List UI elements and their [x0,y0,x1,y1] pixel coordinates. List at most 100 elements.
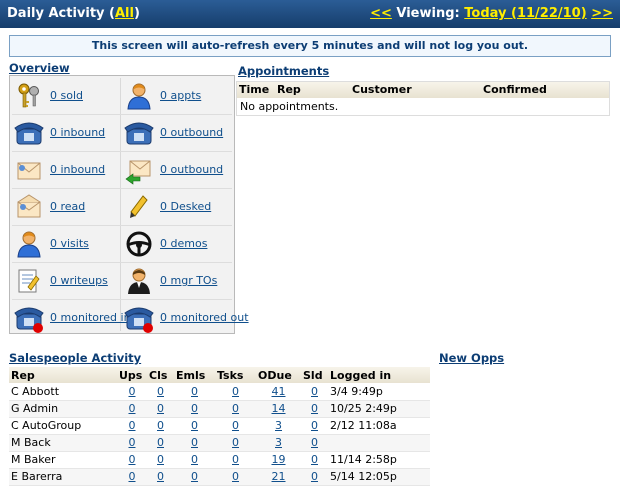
sld-count-link[interactable]: 0 [311,453,318,466]
ups-count-link[interactable]: 0 [129,385,136,398]
tsks-count-link[interactable]: 0 [232,470,239,483]
cell-ups: 0 [117,468,147,486]
cls-count-link[interactable]: 0 [157,419,164,432]
inbound-calls-link[interactable]: 0 inbound [50,126,105,139]
read-link[interactable]: 0 read [50,200,85,213]
date-navigator: << Viewing: Today (11/22/10) >> [370,6,613,21]
emls-count-link[interactable]: 0 [191,419,198,432]
tsks-count-link[interactable]: 0 [232,436,239,449]
odue-count-link[interactable]: 3 [275,436,282,449]
overview-cell-visits: 0 visits [11,225,120,262]
cell-cls: 0 [147,417,174,435]
table-row: G Admin 0 0 0 0 14 0 10/25 2:49p [9,400,430,418]
visits-link[interactable]: 0 visits [50,237,89,250]
emls-count-link[interactable]: 0 [191,385,198,398]
rep-name: E Barerra [9,468,117,486]
appts-link[interactable]: 0 appts [160,89,201,102]
ups-count-link[interactable]: 0 [129,419,136,432]
salespeople-title[interactable]: Salespeople Activity [9,351,141,365]
phone-icon [14,122,44,145]
tsks-count-link[interactable]: 0 [232,402,239,415]
rep-name: G Admin [9,400,117,418]
new-opps-title[interactable]: New Opps [439,351,504,365]
steering-wheel-icon [126,231,152,257]
writeups-link[interactable]: 0 writeups [50,274,108,287]
envelope-icon [17,162,41,180]
overview-panel: 0 sold 0 appts 0 inbound 0 outbound 0 in… [9,75,249,334]
table-row: E Barerra 0 0 0 0 21 0 5/14 12:05p [9,468,430,486]
odue-count-link[interactable]: 21 [272,470,286,483]
rep-name: M Baker [9,451,117,469]
tsks-count-link[interactable]: 0 [232,419,239,432]
appointments-title[interactable]: Appointments [238,64,329,78]
ups-count-link[interactable]: 0 [129,402,136,415]
today-link[interactable]: Today (11/22/10) [464,6,586,21]
overview-cell-inbound-emails: 0 inbound [11,151,120,188]
cell-emls: 0 [174,468,215,486]
tsks-count-link[interactable]: 0 [232,385,239,398]
all-link[interactable]: All [115,6,134,21]
table-row: C AutoGroup 0 0 0 0 3 0 2/12 11:08a [9,417,430,435]
cell-cls: 0 [147,451,174,469]
next-day-link[interactable]: >> [591,6,613,21]
sld-count-link[interactable]: 0 [311,470,318,483]
table-row: M Baker 0 0 0 0 19 0 11/14 2:58p [9,451,430,469]
col-rep: Rep [277,83,301,96]
cls-count-link[interactable]: 0 [157,385,164,398]
sld-count-link[interactable]: 0 [311,402,318,415]
inbound-emails-link[interactable]: 0 inbound [50,163,105,176]
odue-count-link[interactable]: 19 [272,453,286,466]
outbound-calls-link[interactable]: 0 outbound [160,126,223,139]
cell-emls: 0 [174,417,215,435]
no-appointments-text: No appointments. [240,100,339,113]
odue-count-link[interactable]: 3 [275,419,282,432]
mgr-tos-link[interactable]: 0 mgr TOs [160,274,217,287]
cell-emls: 0 [174,434,215,452]
cell-tsks: 0 [215,417,256,435]
emls-count-link[interactable]: 0 [191,436,198,449]
col-logged-in: Logged in [328,367,430,383]
desked-link[interactable]: 0 Desked [160,200,211,213]
cell-ups: 0 [117,451,147,469]
emls-count-link[interactable]: 0 [191,453,198,466]
ups-count-link[interactable]: 0 [129,470,136,483]
rep-name: M Back [9,434,117,452]
envelope-read-icon [17,194,41,218]
cell-odue: 3 [256,417,301,435]
manager-icon [128,268,150,294]
cell-cls: 0 [147,383,174,401]
table-header-row: Rep Ups Cls Emls Tsks ODue Sld Logged in [9,367,430,383]
emls-count-link[interactable]: 0 [191,402,198,415]
demos-link[interactable]: 0 demos [160,237,207,250]
odue-count-link[interactable]: 14 [272,402,286,415]
salespeople-rows: C Abbott 0 0 0 0 41 0 3/4 9:49p G Admin 0 0 0 0 14 0 10… [9,383,430,486]
sld-count-link[interactable]: 0 [311,385,318,398]
monitored-in-link[interactable]: 0 monitored in [50,311,131,324]
ups-count-link[interactable]: 0 [129,436,136,449]
cls-count-link[interactable]: 0 [157,436,164,449]
overview-title[interactable]: Overview [9,61,70,75]
overview-cell-writeups: 0 writeups [11,262,120,299]
emls-count-link[interactable]: 0 [191,470,198,483]
sold-link[interactable]: 0 sold [50,89,83,102]
keys-icon [18,83,39,108]
salespeople-table: Rep Ups Cls Emls Tsks ODue Sld Logged in… [9,367,430,486]
cell-ups: 0 [117,434,147,452]
document-pencil-icon [18,269,40,293]
prev-day-link[interactable]: << [370,6,392,21]
outbound-emails-link[interactable]: 0 outbound [160,163,223,176]
tsks-count-link[interactable]: 0 [232,453,239,466]
sld-count-link[interactable]: 0 [311,436,318,449]
col-cls: Cls [147,367,174,383]
overview-cell-desked: 0 Desked [121,188,230,225]
ups-count-link[interactable]: 0 [129,453,136,466]
odue-count-link[interactable]: 41 [272,385,286,398]
header-bar: Daily Activity (All) << Viewing: Today (… [0,0,620,28]
cls-count-link[interactable]: 0 [157,402,164,415]
cls-count-link[interactable]: 0 [157,470,164,483]
cls-count-link[interactable]: 0 [157,453,164,466]
cell-odue: 3 [256,434,301,452]
overview-cell-mgr-tos: 0 mgr TOs [121,262,230,299]
monitored-out-link[interactable]: 0 monitored out [160,311,249,324]
sld-count-link[interactable]: 0 [311,419,318,432]
